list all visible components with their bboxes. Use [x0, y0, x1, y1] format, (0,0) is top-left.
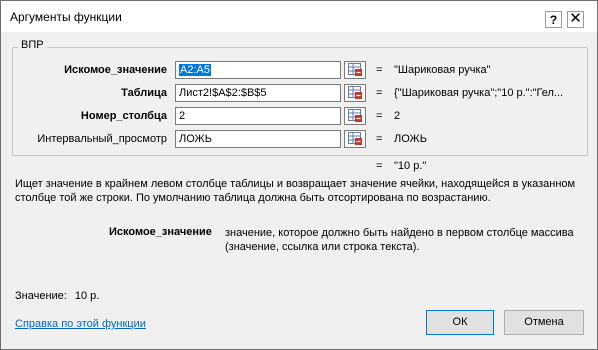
range-lookup-ref-button[interactable]	[344, 130, 366, 148]
cancel-button[interactable]: Отмена	[504, 310, 584, 335]
lookup-value-field[interactable]: A2:A5	[175, 61, 341, 79]
collapse-dialog-icon	[348, 86, 362, 99]
column-number-result: 2	[394, 110, 401, 122]
argument-help-text: значение, которое должно быть найдено в …	[225, 227, 574, 253]
close-button[interactable]: ✕	[567, 11, 584, 28]
value-line: Значение: 10 р.	[15, 290, 99, 302]
column-number-ref-button[interactable]	[344, 107, 366, 125]
collapse-dialog-icon	[348, 132, 362, 145]
lookup-value-result: "Шариковая ручка"	[394, 64, 491, 76]
equals-sign: =	[376, 64, 383, 76]
value-result: 10 р.	[74, 290, 100, 302]
column-number-field[interactable]: 2	[175, 107, 341, 125]
equals-sign: =	[376, 133, 383, 145]
value-label: Значение:	[15, 290, 67, 302]
equals-sign: =	[376, 110, 383, 122]
formula-result: "10 р."	[394, 160, 427, 172]
title-bar[interactable]: Аргументы функции ? ✕	[1, 1, 597, 32]
help-button[interactable]: ?	[545, 11, 562, 28]
function-description: Ищет значение в крайнем левом столбце та…	[15, 178, 576, 204]
function-help-link[interactable]: Справка по этой функции	[15, 318, 146, 330]
arg-label-table: Таблица	[121, 87, 167, 99]
table-ref-button[interactable]	[344, 84, 366, 102]
argument-help-name: Искомое_значение	[109, 226, 212, 238]
collapse-dialog-icon	[348, 109, 362, 122]
dialog-title: Аргументы функции	[10, 10, 122, 24]
equals-sign: =	[376, 87, 383, 99]
collapse-dialog-icon	[348, 63, 362, 76]
overall-equals-sign: =	[376, 160, 383, 172]
table-result: {"Шариковая ручка";"10 р.":"Гел...	[394, 87, 564, 99]
arg-label-range-lookup: Интервальный_просмотр	[37, 133, 167, 145]
table-field[interactable]: Лист2!$A$2:$B$5	[175, 84, 341, 102]
ok-button[interactable]: ОК	[426, 310, 494, 335]
range-lookup-field[interactable]: ЛОЖЬ	[175, 130, 341, 148]
range-lookup-result: ЛОЖЬ	[394, 133, 427, 145]
function-name: ВПР	[18, 39, 47, 51]
function-arguments-dialog: Аргументы функции ? ✕ ВПР Искомое_значен…	[0, 0, 598, 350]
arg-label-column-number: Номер_столбца	[80, 110, 167, 122]
lookup-value-ref-button[interactable]	[344, 61, 366, 79]
arg-label-lookup-value: Искомое_значение	[64, 64, 167, 76]
